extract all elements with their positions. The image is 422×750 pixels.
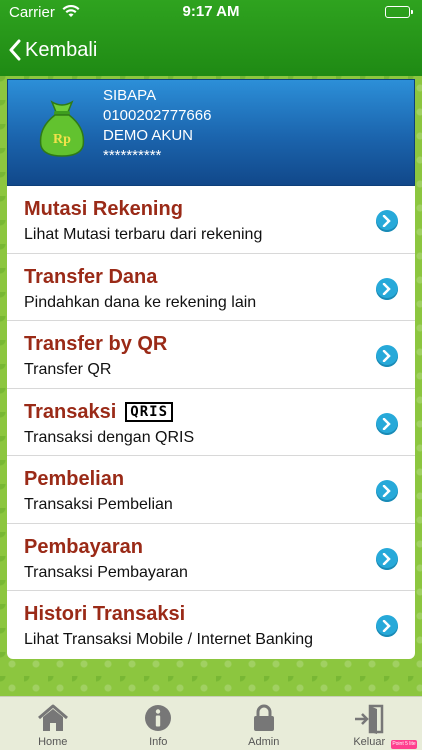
menu-item-pembayaran[interactable]: Pembayaran Transaksi Pembayaran xyxy=(7,524,415,591)
chevron-right-icon xyxy=(376,345,398,367)
watermark-badge: Point 5 lite xyxy=(391,740,417,749)
chevron-right-icon xyxy=(376,547,398,570)
menu-item-transfer-dana[interactable]: Transfer Dana Pindahkan dana ke rekening… xyxy=(7,254,415,321)
menu-item-subtitle: Transaksi Pembelian xyxy=(24,496,173,513)
lock-icon xyxy=(253,704,275,735)
chevron-right-icon xyxy=(376,210,398,232)
account-holder: DEMO AKUN xyxy=(103,127,194,144)
menu-item-subtitle: Transaksi Pembayaran xyxy=(24,563,188,581)
chevron-right-icon xyxy=(376,277,398,300)
menu-item-title: Transfer Dana xyxy=(24,265,158,288)
chevron-right-icon xyxy=(376,412,398,435)
menu-item-title: Pembayaran xyxy=(24,535,143,558)
chevron-left-icon xyxy=(9,39,21,61)
menu-list: Mutasi Rekening Lihat Mutasi terbaru dar… xyxy=(7,186,415,659)
tab-info[interactable]: Info xyxy=(106,697,212,750)
tab-bar: Home Info Admin Keluar xyxy=(0,696,422,750)
menu-item-title: Transfer by QR xyxy=(24,333,168,355)
money-bag-icon: Rp xyxy=(36,98,88,163)
menu-item-mutasi-rekening[interactable]: Mutasi Rekening Lihat Mutasi terbaru dar… xyxy=(7,186,415,254)
account-name: SIBAPA xyxy=(103,87,157,104)
account-card: Rp SIBAPA 0100202777666 DEMO AKUN ******… xyxy=(7,79,415,186)
menu-item-subtitle: Transfer QR xyxy=(24,361,112,378)
menu-item-title: Pembelian xyxy=(24,468,125,490)
home-icon xyxy=(37,704,69,735)
menu-item-title-text: Transaksi xyxy=(24,400,117,423)
menu-item-subtitle: Lihat Transaksi Mobile / Internet Bankin… xyxy=(24,631,314,648)
info-icon xyxy=(144,704,172,735)
top-bar: Carrier 9:17 AM Kembali xyxy=(0,0,422,76)
account-number: 0100202777666 xyxy=(103,107,212,124)
tab-home[interactable]: Home xyxy=(0,697,106,750)
menu-item-title: Histori Transaksi xyxy=(24,603,186,625)
chevron-right-icon xyxy=(376,615,398,637)
tab-label: Admin xyxy=(248,736,280,748)
back-label: Kembali xyxy=(25,38,98,61)
tab-label: Info xyxy=(149,736,168,748)
menu-item-transaksi-qris[interactable]: Transaksi QRIS Transaksi dengan QRIS xyxy=(7,389,415,456)
tab-label: Home xyxy=(38,736,68,748)
tab-admin[interactable]: Admin xyxy=(211,697,317,750)
menu-item-histori-transaksi[interactable]: Histori Transaksi Lihat Transaksi Mobile… xyxy=(7,591,415,659)
logout-icon xyxy=(353,704,385,737)
money-bag-label: Rp xyxy=(53,132,71,147)
menu-item-pembelian[interactable]: Pembelian Transaksi Pembelian xyxy=(7,456,415,524)
menu-item-subtitle: Pindahkan dana ke rekening lain xyxy=(24,293,257,311)
back-button[interactable]: Kembali xyxy=(8,36,97,64)
menu-item-subtitle: Lihat Mutasi terbaru dari rekening xyxy=(24,226,263,243)
status-bar: Carrier 9:17 AM xyxy=(0,0,422,26)
battery-icon xyxy=(385,6,413,18)
menu-item-subtitle: Transaksi dengan QRIS xyxy=(24,428,195,446)
menu-item-transfer-by-qr[interactable]: Transfer by QR Transfer QR xyxy=(7,321,415,389)
menu-item-title: Transaksi QRIS xyxy=(24,400,174,424)
menu-item-title: Mutasi Rekening xyxy=(24,198,183,220)
chevron-right-icon xyxy=(376,480,398,502)
qris-logo-icon: QRIS xyxy=(125,402,174,422)
account-masked: ********** xyxy=(103,147,162,164)
status-time: 9:17 AM xyxy=(182,3,240,20)
